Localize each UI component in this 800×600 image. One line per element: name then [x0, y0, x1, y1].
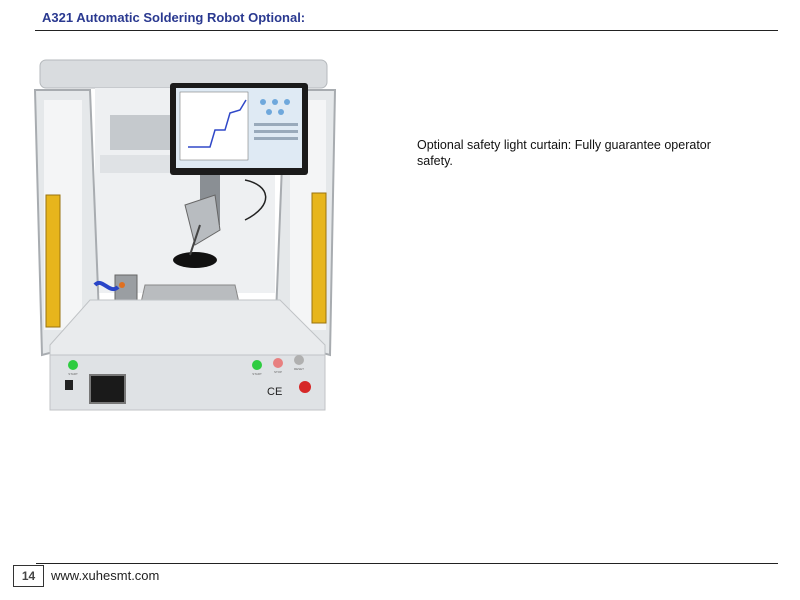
- footer-website-link[interactable]: www.xuhesmt.com: [51, 568, 159, 583]
- light-curtain-right: [311, 192, 327, 324]
- reset-button-label: RESET: [294, 367, 304, 371]
- ce-mark: CE: [267, 386, 282, 398]
- power-switch: [65, 380, 73, 390]
- control-panel-display: [89, 374, 126, 404]
- stop-button: [273, 358, 283, 368]
- start-button-right: [252, 360, 262, 370]
- soldering-base: [173, 252, 217, 268]
- stop-button-label: STOP: [274, 370, 282, 374]
- page-title: A321 Automatic Soldering Robot Optional:: [42, 10, 306, 25]
- header-divider: [35, 30, 778, 31]
- page-number: 14: [13, 565, 44, 587]
- start-button-left-label: START: [68, 372, 78, 376]
- light-curtain-left: [45, 194, 61, 328]
- reset-button: [294, 355, 304, 365]
- start-button-left: [68, 360, 78, 370]
- footer-divider: [36, 563, 778, 564]
- emergency-stop-button: [299, 381, 311, 393]
- start-button-right-label: START: [252, 372, 262, 376]
- feature-description: Optional safety light curtain: Fully gua…: [417, 138, 711, 168]
- soldering-robot-photo: START START STOP RESET CE: [33, 59, 337, 411]
